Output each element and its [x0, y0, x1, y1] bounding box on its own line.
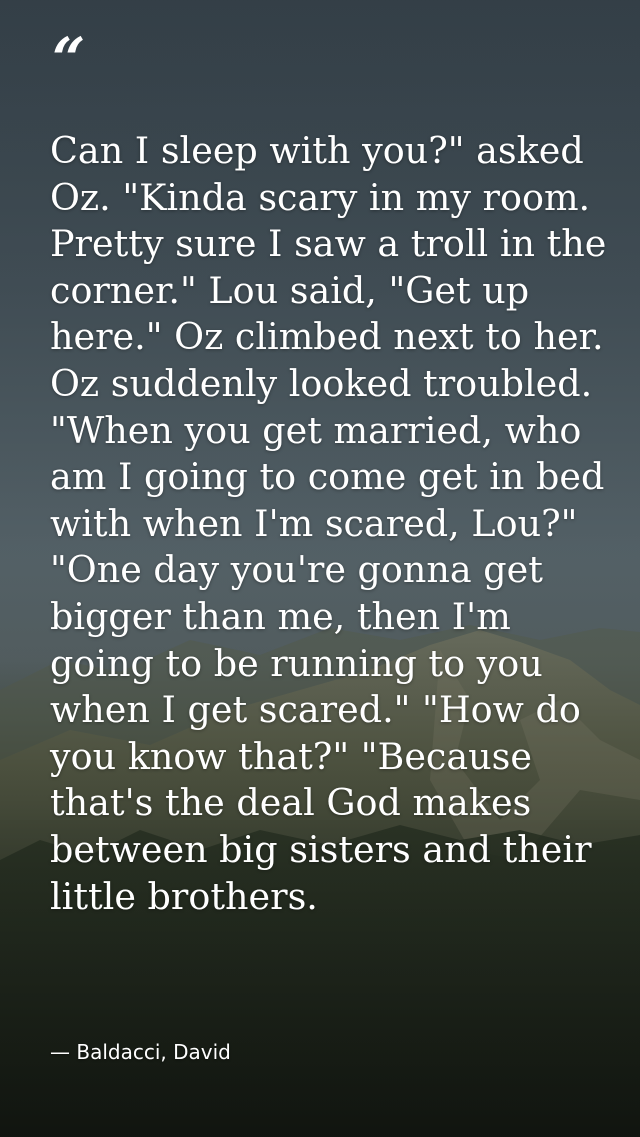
open-quote-icon: “: [52, 25, 85, 93]
quote-card: “ Can I sleep with you?" asked Oz. "Kind…: [0, 0, 640, 1137]
quote-text: Can I sleep with you?" asked Oz. "Kinda …: [50, 129, 607, 918]
quote-attribution: — Baldacci, David: [50, 1040, 231, 1064]
